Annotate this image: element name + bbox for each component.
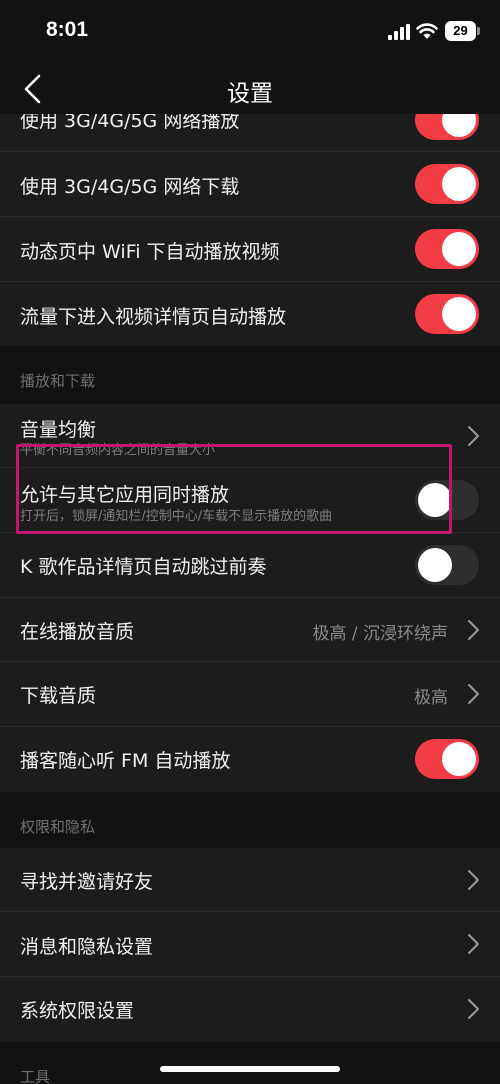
setting-row-network-download[interactable]: 使用 3G/4G/5G 网络下载 [0, 152, 500, 217]
section-header-privacy: 权限和隐私 [20, 818, 96, 836]
chevron-right-icon [468, 684, 479, 704]
wifi-autoplay-toggle[interactable] [415, 229, 479, 269]
nav-bar: 设置 [0, 64, 500, 114]
toggle-knob [442, 232, 476, 266]
setting-row-podcast-fm[interactable]: 播客随心听 FM 自动播放 [0, 727, 500, 792]
setting-row-download-quality[interactable]: 下载音质 极高 [0, 662, 500, 727]
setting-label: K 歌作品详情页自动跳过前奏 [20, 556, 267, 578]
setting-label: 流量下进入视频详情页自动播放 [20, 306, 287, 328]
cellular-signal-icon [388, 24, 410, 40]
battery-icon: 29 [445, 21, 476, 41]
setting-label: 音量均衡 [20, 419, 97, 441]
setting-label: 动态页中 WiFi 下自动播放视频 [20, 241, 280, 263]
home-indicator [160, 1066, 340, 1072]
setting-label: 下载音质 [20, 685, 97, 707]
setting-label: 使用 3G/4G/5G 网络下载 [20, 176, 240, 198]
setting-row-ksong-skip-intro[interactable]: K 歌作品详情页自动跳过前奏 [0, 533, 500, 598]
setting-label: 寻找并邀请好友 [20, 871, 154, 893]
chevron-right-icon [468, 934, 479, 954]
setting-label: 允许与其它应用同时播放 [20, 484, 230, 506]
setting-row-allow-simultaneous[interactable]: 允许与其它应用同时播放 打开后，锁屏/通知栏/控制中心/车载不显示播放的歌曲 [0, 468, 500, 533]
section-header-tools: 工具 [20, 1068, 51, 1084]
toggle-knob [442, 167, 476, 201]
status-bar: 8:01 29 [0, 0, 500, 64]
section-header-playback: 播放和下载 [20, 372, 96, 390]
setting-label: 消息和隐私设置 [20, 936, 154, 958]
toggle-knob [418, 548, 452, 582]
setting-sublabel: 打开后，锁屏/通知栏/控制中心/车载不显示播放的歌曲 [20, 509, 333, 524]
chevron-right-icon [468, 620, 479, 640]
setting-label: 播客随心听 FM 自动播放 [20, 750, 231, 772]
settings-list[interactable]: 使用 3G/4G/5G 网络播放 使用 3G/4G/5G 网络下载 动态页中 W… [0, 114, 500, 1084]
chevron-right-icon [468, 870, 479, 890]
chevron-right-icon [468, 999, 479, 1019]
toggle-knob [442, 114, 476, 137]
cellular-video-autoplay-toggle[interactable] [415, 294, 479, 334]
setting-label: 在线播放音质 [20, 621, 135, 643]
allow-simultaneous-toggle[interactable] [415, 480, 479, 520]
setting-value: 极高 / 沉浸环绕声 [312, 624, 448, 644]
status-time: 8:01 [46, 18, 89, 41]
setting-row-cellular-video-autoplay[interactable]: 流量下进入视频详情页自动播放 [0, 282, 500, 346]
setting-row-message-privacy[interactable]: 消息和隐私设置 [0, 912, 500, 977]
battery-nub [477, 27, 480, 35]
wifi-icon [416, 23, 438, 39]
chevron-right-icon [468, 426, 479, 446]
setting-row-invite-friends[interactable]: 寻找并邀请好友 [0, 848, 500, 912]
toggle-knob [442, 742, 476, 776]
setting-label: 使用 3G/4G/5G 网络播放 [20, 114, 240, 132]
setting-row-network-play[interactable]: 使用 3G/4G/5G 网络播放 [0, 114, 500, 152]
podcast-fm-toggle[interactable] [415, 739, 479, 779]
setting-row-system-permissions[interactable]: 系统权限设置 [0, 977, 500, 1042]
ksong-skip-intro-toggle[interactable] [415, 545, 479, 585]
toggle-knob [442, 297, 476, 331]
network-play-toggle[interactable] [415, 114, 479, 140]
toggle-knob [418, 483, 452, 517]
network-download-toggle[interactable] [415, 164, 479, 204]
setting-value: 极高 [414, 688, 448, 708]
setting-row-online-quality[interactable]: 在线播放音质 极高 / 沉浸环绕声 [0, 598, 500, 662]
setting-row-volume-balance[interactable]: 音量均衡 平衡不同音频内容之间的音量大小 [0, 404, 500, 468]
setting-row-wifi-autoplay[interactable]: 动态页中 WiFi 下自动播放视频 [0, 217, 500, 282]
setting-sublabel: 平衡不同音频内容之间的音量大小 [20, 443, 216, 458]
setting-label: 系统权限设置 [20, 1000, 135, 1022]
page-title: 设置 [227, 81, 273, 107]
